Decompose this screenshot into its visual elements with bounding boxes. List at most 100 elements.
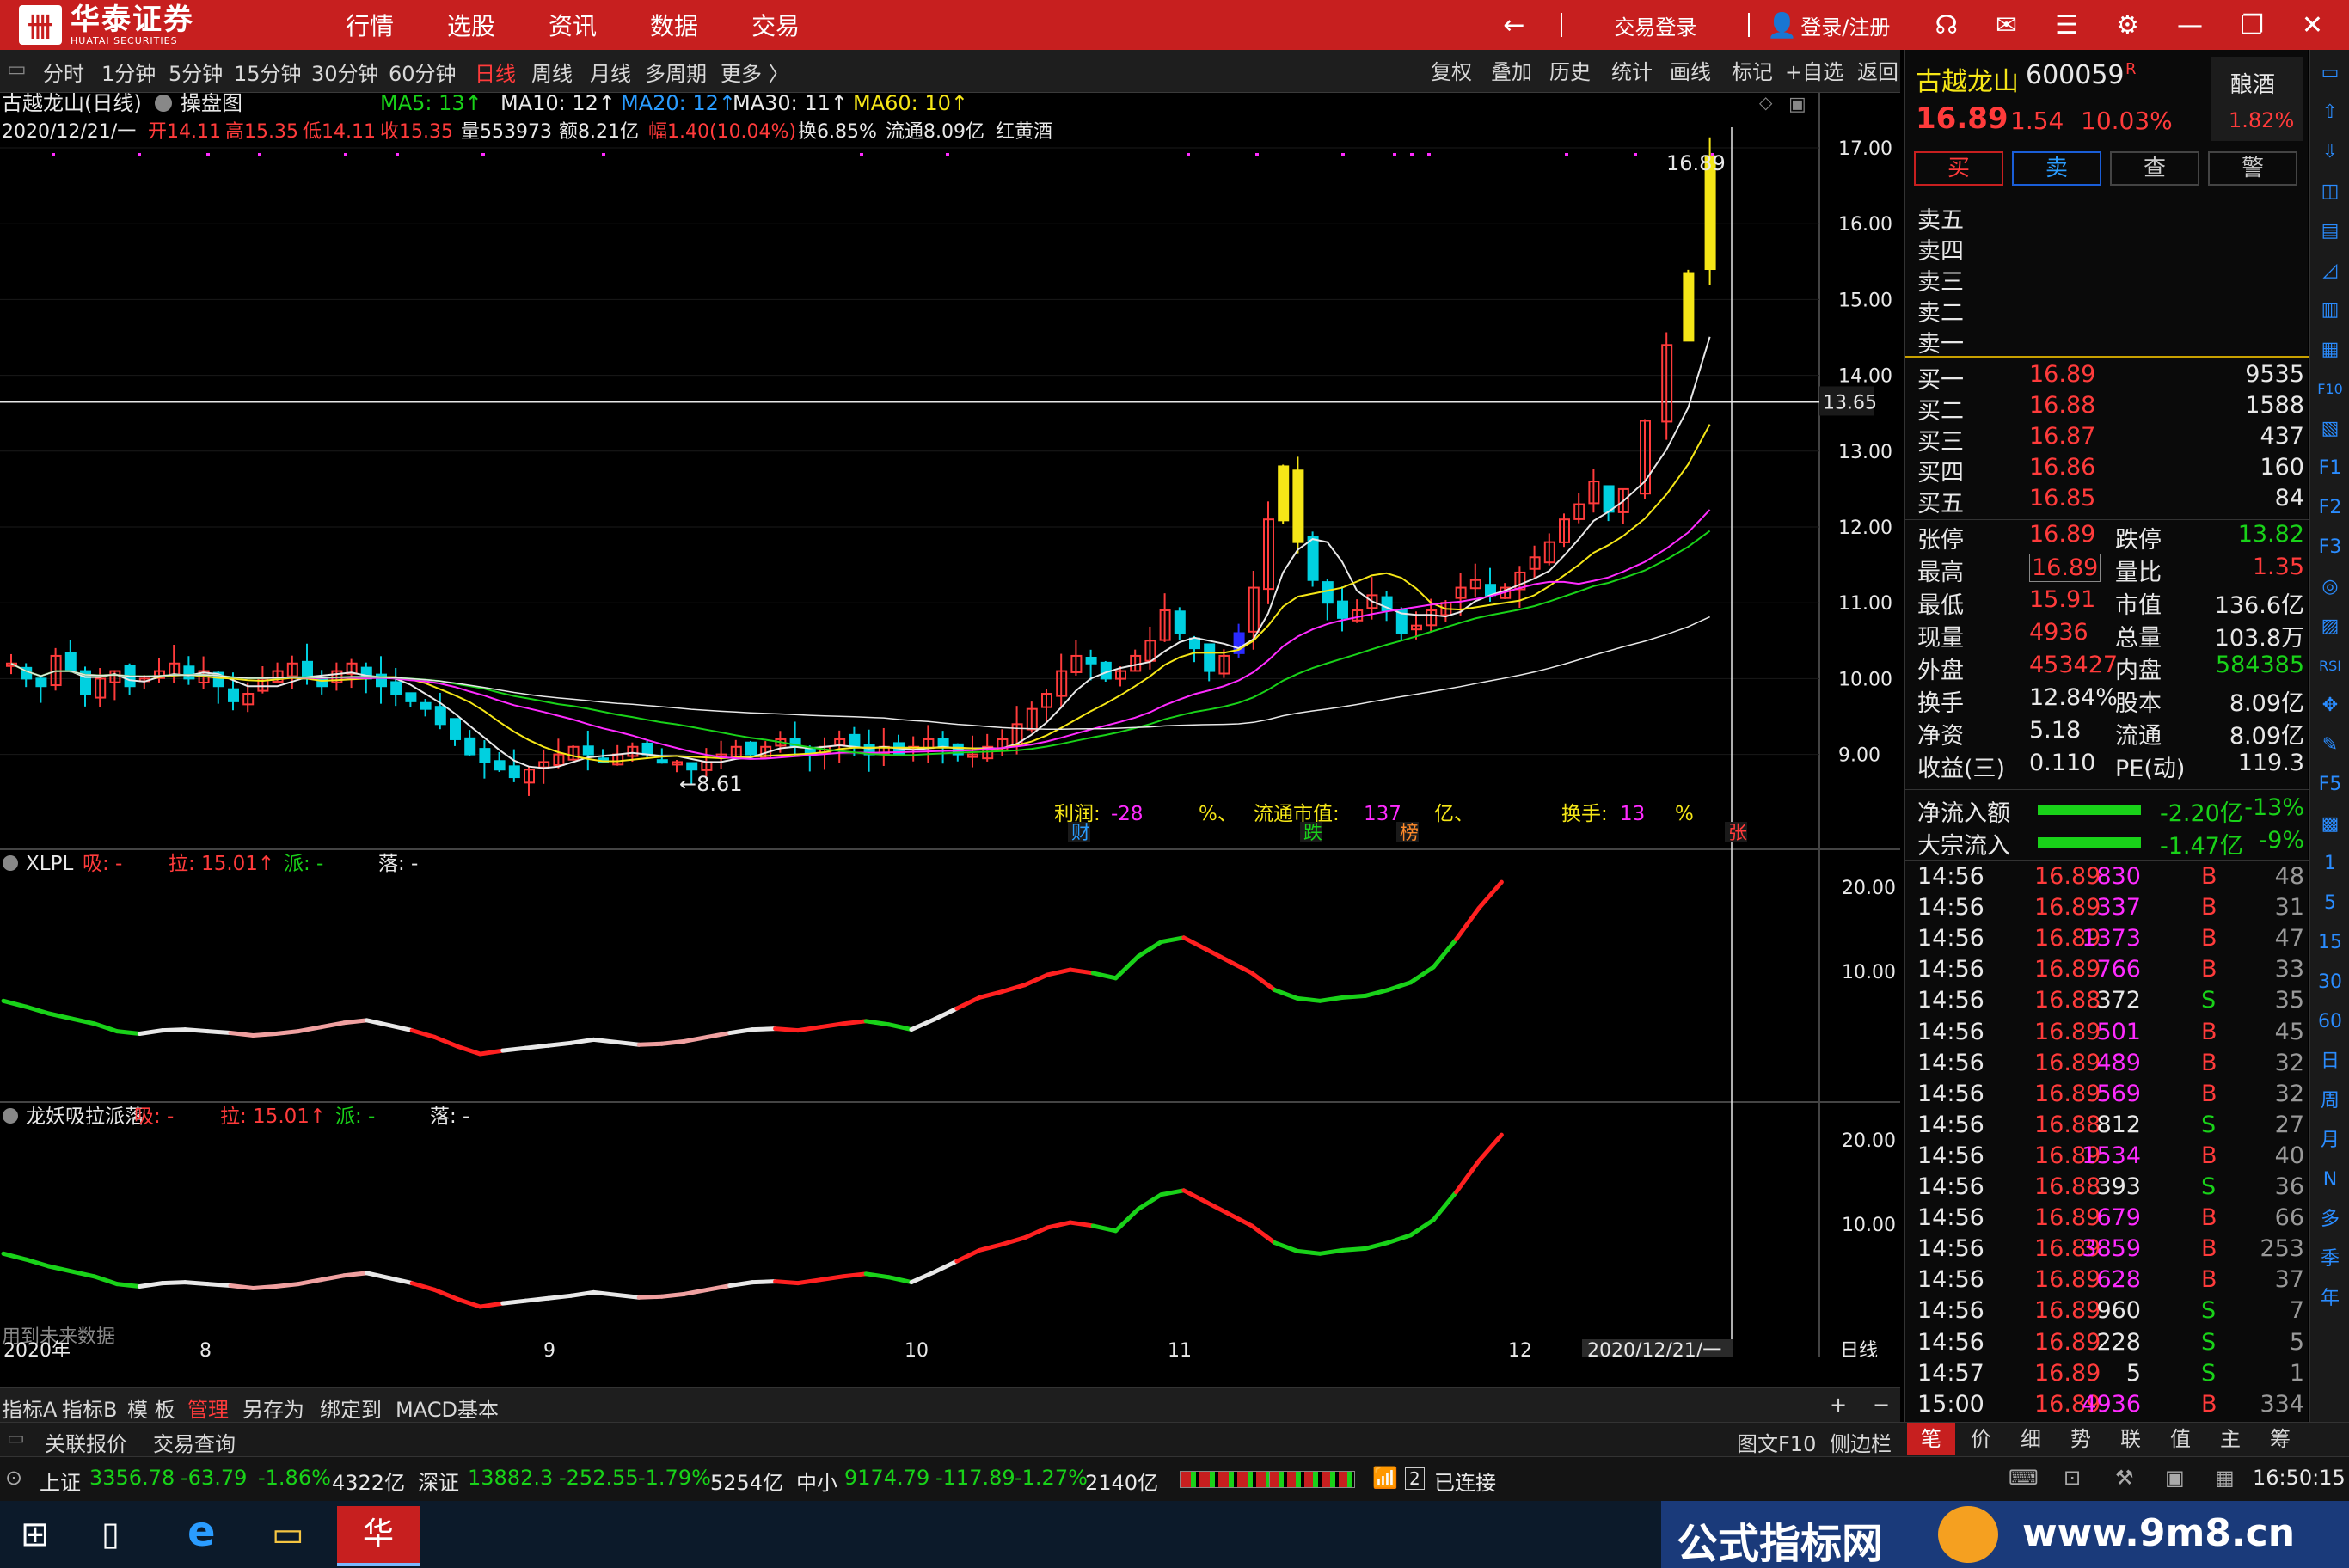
- quote-detail-tab[interactable]: 价: [1957, 1423, 2005, 1455]
- side-tool-icon[interactable]: ⇩: [2314, 136, 2346, 168]
- indicator-tab[interactable]: 模 板: [127, 1393, 175, 1423]
- headset-icon[interactable]: ☊: [1935, 10, 1958, 40]
- period-tab[interactable]: 月线: [590, 57, 631, 87]
- toolbar-button[interactable]: 标记: [1732, 55, 1773, 85]
- indicator-tab[interactable]: MACD基本: [396, 1393, 499, 1423]
- toolbar-button[interactable]: +自选: [1785, 55, 1843, 85]
- side-tool-icon[interactable]: F5: [2314, 769, 2346, 801]
- toolbar-button[interactable]: 画线: [1670, 55, 1711, 85]
- indicator-tab[interactable]: 另存为: [242, 1393, 304, 1423]
- keyboard-icon[interactable]: ⌨: [2009, 1466, 2039, 1490]
- sh-index-name[interactable]: 上证: [40, 1466, 81, 1496]
- menu-icon[interactable]: ☰: [2055, 10, 2078, 40]
- nav-item[interactable]: 行情: [346, 8, 394, 42]
- sector-name[interactable]: 酿酒: [2230, 67, 2275, 99]
- f10-button[interactable]: 图文F10: [1737, 1427, 1816, 1457]
- side-tool-icon[interactable]: F10: [2314, 373, 2346, 406]
- maximize-button[interactable]: ❐: [2241, 10, 2264, 40]
- monitor-icon[interactable]: ▣: [2165, 1466, 2185, 1490]
- nav-item[interactable]: 选股: [447, 8, 495, 42]
- side-tool-icon[interactable]: RSI: [2314, 650, 2346, 683]
- side-tool-icon[interactable]: ⇧: [2314, 96, 2346, 129]
- edge-browser-icon[interactable]: e: [187, 1508, 216, 1556]
- lower-tab[interactable]: 交易查询: [153, 1427, 236, 1457]
- quote-detail-tab[interactable]: 笔: [1907, 1423, 1955, 1455]
- alert-button[interactable]: 警: [2208, 151, 2297, 186]
- panel-icon[interactable]: ▭: [7, 1428, 25, 1449]
- side-tool-icon[interactable]: F3: [2314, 531, 2346, 564]
- nav-item[interactable]: 数据: [650, 8, 698, 42]
- sidebar-button[interactable]: 侧边栏: [1830, 1427, 1892, 1457]
- quote-detail-tab[interactable]: 筹: [2256, 1423, 2304, 1455]
- side-tool-icon[interactable]: ◎: [2314, 571, 2346, 603]
- indicator-toggle-icon[interactable]: [3, 855, 18, 871]
- kline-chart-area[interactable]: 古越龙山(日线) 操盘图 MA5: 13↑ MA10: 12↑ MA20: 12↑ MA3…: [0, 93, 1900, 1357]
- sell-button[interactable]: 卖: [2012, 151, 2101, 186]
- remove-indicator-button[interactable]: −: [1873, 1393, 1890, 1417]
- side-tool-icon[interactable]: ▨: [2314, 610, 2346, 643]
- huatai-app-icon[interactable]: 华: [337, 1506, 420, 1566]
- period-tab[interactable]: 60分钟: [389, 57, 457, 87]
- zx-index-name[interactable]: 中小: [796, 1466, 837, 1496]
- lower-tab[interactable]: 关联报价: [45, 1427, 127, 1457]
- period-tab[interactable]: 日线: [475, 57, 516, 87]
- quote-detail-tab[interactable]: 值: [2156, 1423, 2205, 1455]
- toolbar-button[interactable]: 叠加: [1491, 55, 1532, 85]
- task-view-icon[interactable]: ▯: [101, 1515, 120, 1553]
- side-tool-icon[interactable]: 周: [2314, 1085, 2346, 1118]
- period-tab[interactable]: 1分钟: [101, 57, 156, 87]
- windows-start-icon[interactable]: ⊞: [21, 1515, 50, 1554]
- login-register-button[interactable]: 登录/注册: [1800, 10, 1890, 40]
- side-tool-icon[interactable]: ▭: [2314, 57, 2346, 89]
- calendar-icon[interactable]: ▦: [2215, 1466, 2235, 1490]
- side-tool-icon[interactable]: ▦: [2314, 334, 2346, 366]
- period-tab[interactable]: 多周期: [645, 57, 707, 87]
- indicator-toggle-icon[interactable]: [3, 1108, 18, 1124]
- side-tool-icon[interactable]: 1: [2314, 848, 2346, 880]
- period-tab[interactable]: 15分钟: [234, 57, 302, 87]
- close-button[interactable]: ✕: [2302, 10, 2323, 40]
- side-tool-icon[interactable]: 60: [2314, 1006, 2346, 1038]
- quote-detail-tab[interactable]: 细: [2007, 1423, 2055, 1455]
- minimize-button[interactable]: —: [2177, 10, 2203, 40]
- diamond-icon[interactable]: ◇: [1759, 93, 1773, 113]
- side-tool-icon[interactable]: 15: [2314, 927, 2346, 959]
- period-tab[interactable]: 分时: [43, 57, 84, 87]
- query-button[interactable]: 查: [2110, 151, 2199, 186]
- indicator-tab[interactable]: 管理: [187, 1393, 229, 1423]
- screen-icon[interactable]: ⊡: [2064, 1466, 2081, 1490]
- side-tool-icon[interactable]: ✥: [2314, 689, 2346, 722]
- indicator-tab[interactable]: 指标A: [2, 1393, 57, 1423]
- add-indicator-button[interactable]: +: [1830, 1393, 1847, 1417]
- sz-index-name[interactable]: 深证: [418, 1466, 459, 1496]
- side-tool-icon[interactable]: ▧: [2314, 413, 2346, 445]
- period-tab[interactable]: 更多 〉: [721, 57, 789, 87]
- side-tool-icon[interactable]: 30: [2314, 966, 2346, 999]
- tools-icon[interactable]: ⚒: [2115, 1466, 2134, 1490]
- mode-toggle-icon[interactable]: [155, 95, 172, 112]
- side-tool-icon[interactable]: ✎: [2314, 729, 2346, 762]
- side-tool-icon[interactable]: 5: [2314, 887, 2346, 920]
- side-tool-icon[interactable]: ▥: [2314, 294, 2346, 327]
- buy-button[interactable]: 买: [1914, 151, 2003, 186]
- file-explorer-icon[interactable]: ▭: [272, 1515, 304, 1554]
- collapse-icon[interactable]: ▭: [7, 57, 27, 81]
- nav-item[interactable]: 资讯: [549, 8, 597, 42]
- period-tab[interactable]: 30分钟: [311, 57, 379, 87]
- side-tool-icon[interactable]: 日: [2314, 1045, 2346, 1078]
- toolbar-button[interactable]: 复权: [1431, 55, 1472, 85]
- expand-icon[interactable]: ⊙: [5, 1466, 22, 1490]
- mail-icon[interactable]: ✉: [1996, 10, 2017, 40]
- side-tool-icon[interactable]: ◫: [2314, 175, 2346, 208]
- quote-detail-tab[interactable]: 势: [2057, 1423, 2105, 1455]
- side-tool-icon[interactable]: ▤: [2314, 215, 2346, 248]
- side-tool-icon[interactable]: 月: [2314, 1124, 2346, 1157]
- quote-detail-tab[interactable]: 联: [2107, 1423, 2155, 1455]
- toolbar-button[interactable]: 历史: [1549, 55, 1591, 85]
- indicator-tab[interactable]: 指标B: [62, 1393, 117, 1423]
- side-tool-icon[interactable]: 多: [2314, 1204, 2346, 1236]
- toolbar-button[interactable]: 统计: [1611, 55, 1653, 85]
- chart-svg[interactable]: 古越龙山(日线) 操盘图 MA5: 13↑ MA10: 12↑ MA20: 12↑MA3…: [0, 93, 1900, 1357]
- side-tool-icon[interactable]: N: [2314, 1164, 2346, 1197]
- indicator-tab[interactable]: 绑定到: [320, 1393, 382, 1423]
